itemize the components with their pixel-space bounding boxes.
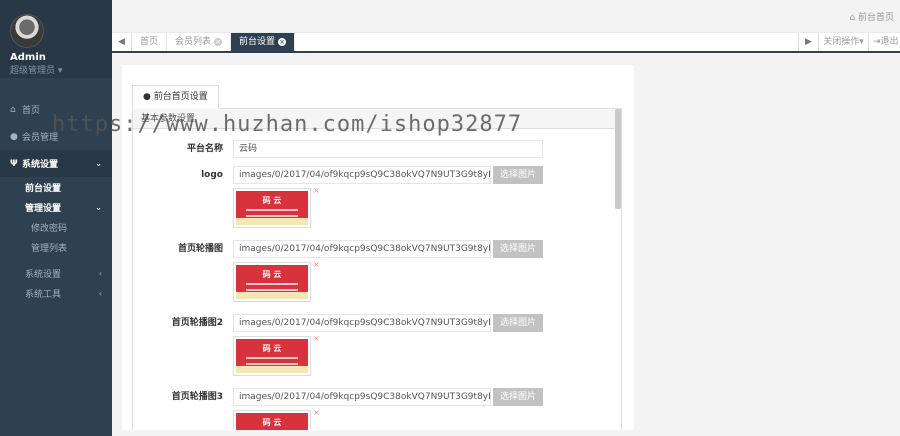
user-icon: ● — [10, 131, 18, 142]
user-icon: ● — [143, 92, 154, 102]
thumb-title: 码 云 — [262, 344, 282, 353]
platform-name-label: 平台名称 — [186, 144, 223, 154]
avatar[interactable] — [10, 14, 44, 48]
chevron-left-icon: ‹ — [98, 268, 102, 278]
front-home-link[interactable]: ⌂ 前台首页 — [849, 10, 894, 23]
sidebar-item-system-tools[interactable]: 系统工具 ‹ — [0, 283, 112, 303]
tab-member-list[interactable]: 会员列表 × — [167, 33, 232, 51]
thumb-title: 码 云 — [262, 270, 282, 279]
sidebar-item-system-settings[interactable]: Ψ 系统设置 ⌄ — [0, 150, 112, 177]
user-role[interactable]: 超级管理员 ▾ — [10, 63, 112, 76]
banner1-select-image-button[interactable]: 选择图片 — [493, 240, 543, 258]
sidebar-item-change-password[interactable]: 修改密码 — [0, 217, 112, 237]
sidebar-item-label: 系统设置 — [22, 160, 59, 170]
sidebar-item-label: 修改密码 — [31, 223, 68, 234]
tabs-scroll-left-button[interactable]: ◀ — [112, 33, 132, 51]
front-home-label: 前台首页 — [857, 13, 894, 23]
banner3-select-image-button[interactable]: 选择图片 — [493, 388, 543, 406]
logo-thumbnail: 码 云 — [233, 188, 311, 228]
home-icon: ⌂ — [10, 104, 16, 115]
double-chevron-right-icon: ▶ — [805, 37, 812, 47]
form-tab-label: 前台首页设置 — [153, 92, 208, 102]
sidebar-item-label: 管理列表 — [31, 243, 68, 254]
close-icon[interactable]: × — [214, 38, 223, 46]
chevron-down-icon: ⌄ — [95, 159, 102, 168]
sign-out-icon: ⇥ — [873, 37, 881, 47]
close-icon[interactable]: × — [278, 38, 287, 46]
tab-front-settings[interactable]: 前台设置 × — [231, 33, 296, 51]
platform-name-input[interactable]: 云码 — [233, 140, 543, 158]
thumb-title: 码 云 — [262, 196, 282, 205]
exit-button[interactable]: ⇥退出 — [868, 33, 900, 51]
sidebar-item-members[interactable]: ● 会员管理 — [0, 123, 112, 150]
logo-select-image-button[interactable]: 选择图片 — [493, 166, 543, 184]
chevron-down-icon: ⌄ — [95, 202, 102, 212]
tab-label: 首页 — [140, 37, 159, 47]
sidebar-item-system-settings-2[interactable]: 系统设置 ‹ — [0, 263, 112, 283]
thumb-title: 码 云 — [262, 418, 282, 427]
profile-panel: Admin 超级管理员 ▾ — [0, 0, 112, 78]
close-icon[interactable]: × — [313, 408, 320, 417]
user-name[interactable]: Admin — [10, 52, 112, 63]
sidebar-nav: ⌂ 首页 ● 会员管理 Ψ 系统设置 ⌄ 前台设置 管理设置 ⌄ 修改密码 管理列表 系统… — [0, 96, 112, 303]
banner2-select-image-button[interactable]: 选择图片 — [493, 314, 543, 332]
close-icon[interactable]: × — [313, 260, 320, 269]
sidebar-item-label: 会员管理 — [22, 133, 59, 143]
banner1-label: 首页轮播图 — [177, 244, 223, 254]
home-icon: ⌂ — [849, 13, 858, 23]
sidebar-item-home[interactable]: ⌂ 首页 — [0, 96, 112, 123]
tab-list: 首页 会员列表 × 前台设置 × — [132, 33, 296, 51]
content-area: ● 前台首页设置 基本参数设置 平台名称 云码 logo images/0/20… — [122, 65, 634, 430]
panel-title: 基本参数设置 — [133, 109, 621, 129]
exit-label: 退出 — [880, 37, 899, 47]
scrollbar[interactable] — [615, 109, 621, 209]
form-tab-front-home[interactable]: ● 前台首页设置 — [132, 85, 219, 109]
sidebar-item-label: 首页 — [22, 106, 41, 116]
sidebar-item-front-settings[interactable]: 前台设置 — [0, 177, 112, 197]
sidebar-item-label: 系统设置 — [25, 269, 62, 280]
sidebar: Admin 超级管理员 ▾ ⌂ 首页 ● 会员管理 Ψ 系统设置 ⌄ 前台设置 管理设置… — [0, 0, 112, 436]
banner2-thumbnail: 码 云 — [233, 336, 311, 376]
sidebar-item-admin-settings[interactable]: 管理设置 ⌄ — [0, 197, 112, 217]
tab-label: 前台设置 — [239, 37, 276, 47]
banner2-path-input[interactable]: images/0/2017/04/of9kqcp9sQ9C38okVQ7N9UT… — [233, 314, 491, 332]
sidebar-item-label: 前台设置 — [25, 183, 62, 194]
sidebar-item-label: 系统工具 — [25, 289, 62, 300]
sidebar-item-label: 管理设置 — [25, 203, 62, 214]
banner1-path-input[interactable]: images/0/2017/04/of9kqcp9sQ9C38okVQ7N9UT… — [233, 240, 491, 258]
double-chevron-left-icon: ◀ — [118, 37, 125, 47]
settings-panel: 基本参数设置 平台名称 云码 logo images/0/2017/04/of9… — [132, 108, 622, 430]
banner3-thumbnail: 码 云 — [233, 410, 311, 430]
tab-label: 会员列表 — [175, 37, 212, 47]
logo-path-input[interactable]: images/0/2017/04/of9kqcp9sQ9C38okVQ7N9UT… — [233, 166, 491, 184]
close-ops-label: 关闭操作▾ — [823, 37, 864, 47]
cutlery-icon: Ψ — [10, 158, 18, 169]
tab-home[interactable]: 首页 — [132, 33, 168, 51]
banner1-thumbnail: 码 云 — [233, 262, 311, 302]
chevron-left-icon: ‹ — [98, 288, 102, 298]
banner3-label: 首页轮播图3 — [171, 392, 223, 402]
banner2-label: 首页轮播图2 — [171, 318, 223, 328]
top-header: ⌂ 前台首页 — [112, 0, 900, 33]
close-icon[interactable]: × — [313, 334, 320, 343]
logo-label: logo — [201, 170, 223, 180]
banner3-path-input[interactable]: images/0/2017/04/of9kqcp9sQ9C38okVQ7N9UT… — [233, 388, 491, 406]
close-icon[interactable]: × — [313, 186, 320, 195]
tabs-bar: ◀ 首页 会员列表 × 前台设置 × ▶ 关闭操作▾ ⇥退出 — [112, 33, 900, 53]
sidebar-item-admin-list[interactable]: 管理列表 — [0, 237, 112, 257]
close-ops-dropdown[interactable]: 关闭操作▾ — [818, 33, 868, 51]
tabs-scroll-right-button[interactable]: ▶ — [798, 33, 818, 51]
